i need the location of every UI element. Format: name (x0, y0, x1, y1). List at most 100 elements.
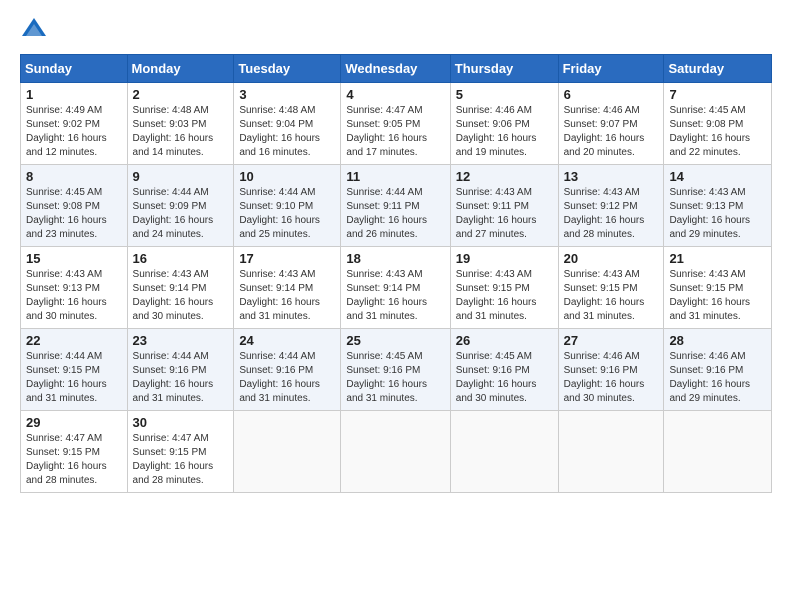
day-cell: 3 Sunrise: 4:48 AMSunset: 9:04 PMDayligh… (234, 83, 341, 165)
day-info: Sunrise: 4:46 AMSunset: 9:16 PMDaylight:… (669, 351, 750, 404)
header-cell-saturday: Saturday (664, 55, 772, 83)
day-number: 1 (26, 87, 122, 102)
day-number: 21 (669, 251, 766, 266)
day-info: Sunrise: 4:46 AMSunset: 9:06 PMDaylight:… (456, 105, 537, 158)
day-info: Sunrise: 4:44 AMSunset: 9:11 PMDaylight:… (346, 187, 427, 240)
logo-icon (20, 16, 48, 44)
day-number: 26 (456, 333, 553, 348)
day-cell (341, 411, 450, 493)
day-number: 11 (346, 169, 444, 184)
day-number: 18 (346, 251, 444, 266)
header-cell-thursday: Thursday (450, 55, 558, 83)
header-row: SundayMondayTuesdayWednesdayThursdayFrid… (21, 55, 772, 83)
day-number: 8 (26, 169, 122, 184)
day-cell: 8 Sunrise: 4:45 AMSunset: 9:08 PMDayligh… (21, 165, 128, 247)
header (20, 16, 772, 44)
calendar-body: 1 Sunrise: 4:49 AMSunset: 9:02 PMDayligh… (21, 83, 772, 493)
day-number: 27 (564, 333, 659, 348)
day-cell: 24 Sunrise: 4:44 AMSunset: 9:16 PMDaylig… (234, 329, 341, 411)
day-number: 22 (26, 333, 122, 348)
day-number: 28 (669, 333, 766, 348)
day-cell: 11 Sunrise: 4:44 AMSunset: 9:11 PMDaylig… (341, 165, 450, 247)
day-cell: 9 Sunrise: 4:44 AMSunset: 9:09 PMDayligh… (127, 165, 234, 247)
day-info: Sunrise: 4:49 AMSunset: 9:02 PMDaylight:… (26, 105, 107, 158)
day-cell: 16 Sunrise: 4:43 AMSunset: 9:14 PMDaylig… (127, 247, 234, 329)
week-row-3: 15 Sunrise: 4:43 AMSunset: 9:13 PMDaylig… (21, 247, 772, 329)
calendar-table: SundayMondayTuesdayWednesdayThursdayFrid… (20, 54, 772, 493)
day-info: Sunrise: 4:43 AMSunset: 9:11 PMDaylight:… (456, 187, 537, 240)
day-cell: 23 Sunrise: 4:44 AMSunset: 9:16 PMDaylig… (127, 329, 234, 411)
day-cell (558, 411, 664, 493)
day-number: 13 (564, 169, 659, 184)
day-cell: 19 Sunrise: 4:43 AMSunset: 9:15 PMDaylig… (450, 247, 558, 329)
day-info: Sunrise: 4:45 AMSunset: 9:16 PMDaylight:… (346, 351, 427, 404)
day-info: Sunrise: 4:44 AMSunset: 9:10 PMDaylight:… (239, 187, 320, 240)
header-cell-friday: Friday (558, 55, 664, 83)
day-info: Sunrise: 4:43 AMSunset: 9:14 PMDaylight:… (346, 269, 427, 322)
day-number: 6 (564, 87, 659, 102)
day-cell (664, 411, 772, 493)
day-cell: 10 Sunrise: 4:44 AMSunset: 9:10 PMDaylig… (234, 165, 341, 247)
day-info: Sunrise: 4:44 AMSunset: 9:09 PMDaylight:… (133, 187, 214, 240)
day-cell: 28 Sunrise: 4:46 AMSunset: 9:16 PMDaylig… (664, 329, 772, 411)
day-cell: 13 Sunrise: 4:43 AMSunset: 9:12 PMDaylig… (558, 165, 664, 247)
header-cell-monday: Monday (127, 55, 234, 83)
day-info: Sunrise: 4:47 AMSunset: 9:05 PMDaylight:… (346, 105, 427, 158)
day-cell: 2 Sunrise: 4:48 AMSunset: 9:03 PMDayligh… (127, 83, 234, 165)
day-info: Sunrise: 4:44 AMSunset: 9:15 PMDaylight:… (26, 351, 107, 404)
day-number: 9 (133, 169, 229, 184)
day-cell: 5 Sunrise: 4:46 AMSunset: 9:06 PMDayligh… (450, 83, 558, 165)
day-number: 16 (133, 251, 229, 266)
day-number: 19 (456, 251, 553, 266)
day-number: 15 (26, 251, 122, 266)
header-cell-wednesday: Wednesday (341, 55, 450, 83)
day-number: 24 (239, 333, 335, 348)
day-number: 17 (239, 251, 335, 266)
day-info: Sunrise: 4:43 AMSunset: 9:14 PMDaylight:… (133, 269, 214, 322)
day-cell: 15 Sunrise: 4:43 AMSunset: 9:13 PMDaylig… (21, 247, 128, 329)
day-cell: 30 Sunrise: 4:47 AMSunset: 9:15 PMDaylig… (127, 411, 234, 493)
day-info: Sunrise: 4:45 AMSunset: 9:08 PMDaylight:… (26, 187, 107, 240)
day-info: Sunrise: 4:47 AMSunset: 9:15 PMDaylight:… (133, 433, 214, 486)
day-number: 5 (456, 87, 553, 102)
day-info: Sunrise: 4:43 AMSunset: 9:13 PMDaylight:… (26, 269, 107, 322)
day-number: 4 (346, 87, 444, 102)
day-number: 12 (456, 169, 553, 184)
day-cell: 12 Sunrise: 4:43 AMSunset: 9:11 PMDaylig… (450, 165, 558, 247)
header-cell-sunday: Sunday (21, 55, 128, 83)
day-info: Sunrise: 4:43 AMSunset: 9:15 PMDaylight:… (669, 269, 750, 322)
day-cell: 17 Sunrise: 4:43 AMSunset: 9:14 PMDaylig… (234, 247, 341, 329)
day-info: Sunrise: 4:46 AMSunset: 9:16 PMDaylight:… (564, 351, 645, 404)
day-cell: 6 Sunrise: 4:46 AMSunset: 9:07 PMDayligh… (558, 83, 664, 165)
day-number: 20 (564, 251, 659, 266)
day-number: 30 (133, 415, 229, 430)
day-cell: 7 Sunrise: 4:45 AMSunset: 9:08 PMDayligh… (664, 83, 772, 165)
day-cell: 29 Sunrise: 4:47 AMSunset: 9:15 PMDaylig… (21, 411, 128, 493)
day-info: Sunrise: 4:45 AMSunset: 9:08 PMDaylight:… (669, 105, 750, 158)
day-cell: 18 Sunrise: 4:43 AMSunset: 9:14 PMDaylig… (341, 247, 450, 329)
week-row-4: 22 Sunrise: 4:44 AMSunset: 9:15 PMDaylig… (21, 329, 772, 411)
day-number: 29 (26, 415, 122, 430)
calendar-header: SundayMondayTuesdayWednesdayThursdayFrid… (21, 55, 772, 83)
week-row-2: 8 Sunrise: 4:45 AMSunset: 9:08 PMDayligh… (21, 165, 772, 247)
day-info: Sunrise: 4:48 AMSunset: 9:03 PMDaylight:… (133, 105, 214, 158)
day-number: 23 (133, 333, 229, 348)
day-info: Sunrise: 4:43 AMSunset: 9:13 PMDaylight:… (669, 187, 750, 240)
day-info: Sunrise: 4:45 AMSunset: 9:16 PMDaylight:… (456, 351, 537, 404)
day-cell: 20 Sunrise: 4:43 AMSunset: 9:15 PMDaylig… (558, 247, 664, 329)
day-cell: 14 Sunrise: 4:43 AMSunset: 9:13 PMDaylig… (664, 165, 772, 247)
day-info: Sunrise: 4:43 AMSunset: 9:15 PMDaylight:… (456, 269, 537, 322)
day-cell: 4 Sunrise: 4:47 AMSunset: 9:05 PMDayligh… (341, 83, 450, 165)
day-cell: 25 Sunrise: 4:45 AMSunset: 9:16 PMDaylig… (341, 329, 450, 411)
day-info: Sunrise: 4:48 AMSunset: 9:04 PMDaylight:… (239, 105, 320, 158)
page: SundayMondayTuesdayWednesdayThursdayFrid… (0, 0, 792, 612)
day-number: 3 (239, 87, 335, 102)
day-cell: 21 Sunrise: 4:43 AMSunset: 9:15 PMDaylig… (664, 247, 772, 329)
day-info: Sunrise: 4:44 AMSunset: 9:16 PMDaylight:… (239, 351, 320, 404)
day-cell: 26 Sunrise: 4:45 AMSunset: 9:16 PMDaylig… (450, 329, 558, 411)
day-number: 7 (669, 87, 766, 102)
day-number: 14 (669, 169, 766, 184)
header-cell-tuesday: Tuesday (234, 55, 341, 83)
logo (20, 16, 50, 44)
day-number: 10 (239, 169, 335, 184)
